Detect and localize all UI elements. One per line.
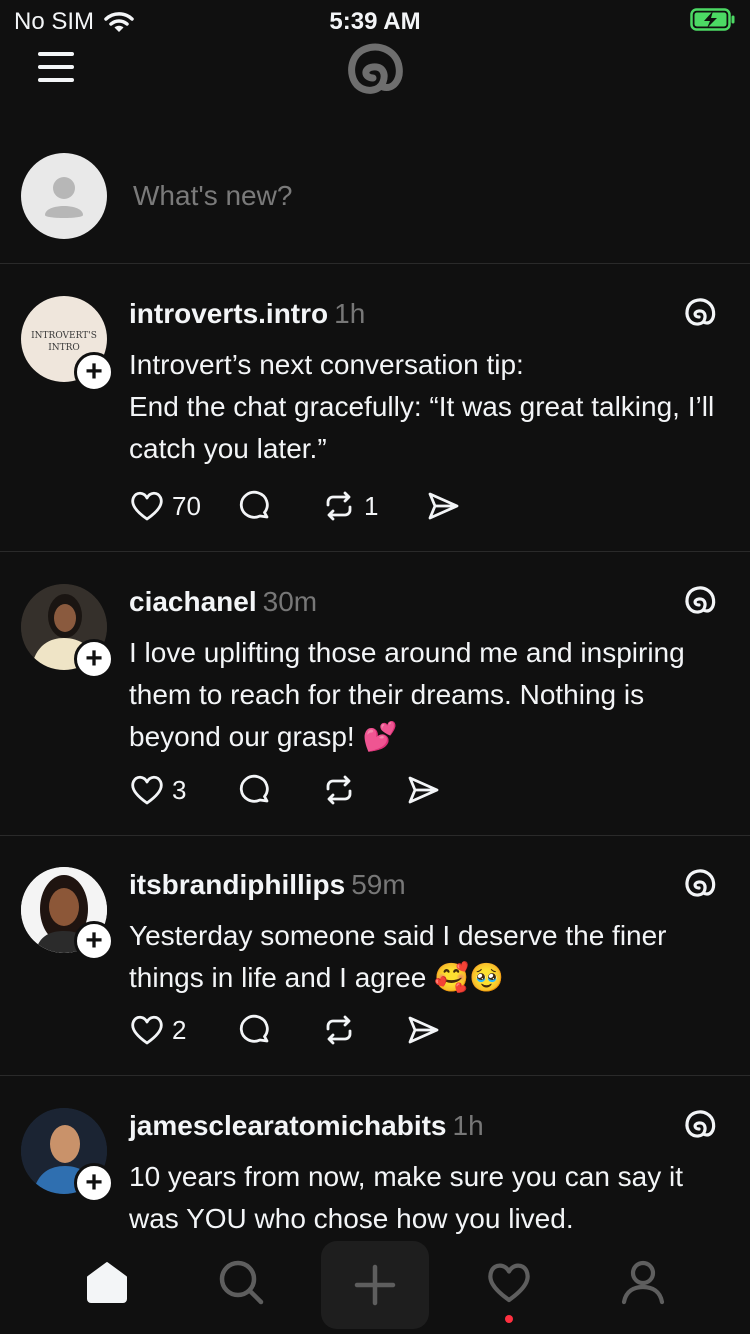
clock: 5:39 AM bbox=[329, 8, 421, 35]
reply-button[interactable] bbox=[236, 770, 320, 810]
comment-icon bbox=[239, 774, 269, 803]
heart-icon bbox=[131, 775, 163, 805]
heart-icon bbox=[488, 1263, 530, 1303]
post-text-line: Yesterday someone said I deserve the fin… bbox=[129, 920, 667, 993]
tab-search[interactable] bbox=[187, 1238, 295, 1326]
send-icon bbox=[408, 776, 439, 804]
post-actions: 2 bbox=[128, 1010, 454, 1050]
battery-charging-icon bbox=[690, 8, 735, 31]
send-icon bbox=[408, 1016, 439, 1044]
follow-button[interactable]: + bbox=[74, 352, 114, 392]
follow-button[interactable]: + bbox=[74, 639, 114, 679]
search-icon bbox=[219, 1260, 264, 1305]
post-text-line: Introvert’s next conversation tip: bbox=[129, 349, 524, 380]
threads-badge-icon bbox=[685, 586, 716, 614]
username[interactable]: itsbrandiphillips bbox=[129, 869, 345, 900]
send-icon bbox=[428, 492, 459, 520]
threads-badge-icon bbox=[685, 1110, 716, 1138]
threads-badge-icon bbox=[685, 869, 716, 897]
follow-button[interactable]: + bbox=[74, 1163, 114, 1203]
home-icon bbox=[87, 1262, 127, 1303]
repost-button[interactable] bbox=[320, 1010, 404, 1050]
username[interactable]: ciachanel bbox=[129, 586, 257, 617]
post-text: Yesterday someone said I deserve the fin… bbox=[129, 915, 729, 999]
post-text: I love uplifting those around me and ins… bbox=[129, 632, 709, 758]
post[interactable]: + jamesclearatomichabits 1h 10 years from… bbox=[0, 1108, 750, 1238]
repost-count: 1 bbox=[364, 490, 379, 521]
post-header: introverts.intro 1h bbox=[129, 298, 365, 330]
post-text-line: End the chat gracefully: “It was great t… bbox=[129, 391, 715, 464]
follow-button[interactable]: + bbox=[74, 921, 114, 961]
status-bar: No SIM 5:39 AM bbox=[0, 0, 750, 40]
profile-icon bbox=[621, 1260, 665, 1305]
post[interactable]: + ciachanel 30m I love uplifting those ar… bbox=[0, 584, 750, 836]
post-header: itsbrandiphillips 59m bbox=[129, 869, 406, 901]
menu-button[interactable] bbox=[38, 52, 74, 84]
username[interactable]: jamesclearatomichabits bbox=[129, 1110, 447, 1141]
repost-button[interactable]: 1 bbox=[320, 486, 424, 526]
tab-activity[interactable] bbox=[455, 1238, 563, 1326]
tab-profile[interactable] bbox=[589, 1238, 697, 1326]
post-time: 30m bbox=[262, 586, 318, 617]
tab-bar bbox=[0, 1238, 750, 1334]
share-button[interactable] bbox=[404, 1010, 454, 1050]
tab-compose[interactable] bbox=[321, 1241, 429, 1329]
svg-text:INTROVERT'S: INTROVERT'S bbox=[31, 331, 97, 341]
like-button[interactable]: 2 bbox=[128, 1010, 236, 1050]
threads-logo-icon[interactable] bbox=[343, 40, 407, 104]
post[interactable]: INTROVERT'S INTRO + introverts.intro 1h I… bbox=[0, 296, 750, 552]
post-text: Introvert’s next conversation tip: End t… bbox=[129, 344, 729, 470]
plus-icon bbox=[354, 1264, 396, 1306]
like-count: 2 bbox=[172, 1014, 187, 1045]
repost-icon bbox=[326, 775, 352, 805]
repost-button[interactable] bbox=[320, 770, 404, 810]
threads-badge-icon bbox=[685, 298, 716, 326]
composer-placeholder[interactable]: What's new? bbox=[133, 180, 292, 212]
like-button[interactable]: 70 bbox=[128, 486, 236, 526]
like-count: 3 bbox=[172, 774, 187, 805]
repost-icon bbox=[326, 1015, 352, 1045]
post-text: 10 years from now, make sure you can say… bbox=[129, 1156, 719, 1240]
username[interactable]: introverts.intro bbox=[129, 298, 328, 329]
post-text-line: I love uplifting those around me and ins… bbox=[129, 637, 685, 752]
comment-icon bbox=[239, 1014, 269, 1043]
post-time: 1h bbox=[334, 298, 366, 329]
repost-icon bbox=[326, 491, 352, 521]
like-button[interactable]: 3 bbox=[128, 770, 236, 810]
share-button[interactable] bbox=[424, 486, 474, 526]
reply-button[interactable] bbox=[236, 1010, 320, 1050]
post-header: jamesclearatomichabits 1h bbox=[129, 1110, 484, 1142]
post-actions: 70 1 bbox=[128, 486, 474, 526]
post[interactable]: + itsbrandiphillips 59m Yesterday someone… bbox=[0, 867, 750, 1076]
post-text-line: 10 years from now, make sure you can say… bbox=[129, 1161, 684, 1234]
like-count: 70 bbox=[172, 490, 201, 521]
notification-dot bbox=[505, 1315, 513, 1323]
post-actions: 3 bbox=[128, 770, 454, 810]
composer[interactable]: What's new? bbox=[0, 150, 750, 264]
heart-icon bbox=[131, 491, 163, 521]
post-time: 59m bbox=[351, 869, 406, 900]
own-avatar[interactable] bbox=[21, 153, 107, 239]
default-avatar-icon bbox=[45, 177, 83, 218]
post-header: ciachanel 30m bbox=[129, 586, 317, 618]
reply-button[interactable] bbox=[236, 486, 320, 526]
svg-text:INTRO: INTRO bbox=[48, 343, 80, 353]
heart-icon bbox=[131, 1015, 163, 1045]
share-button[interactable] bbox=[404, 770, 454, 810]
comment-icon bbox=[239, 490, 269, 519]
tab-home[interactable] bbox=[53, 1238, 161, 1326]
post-time: 1h bbox=[452, 1110, 484, 1141]
